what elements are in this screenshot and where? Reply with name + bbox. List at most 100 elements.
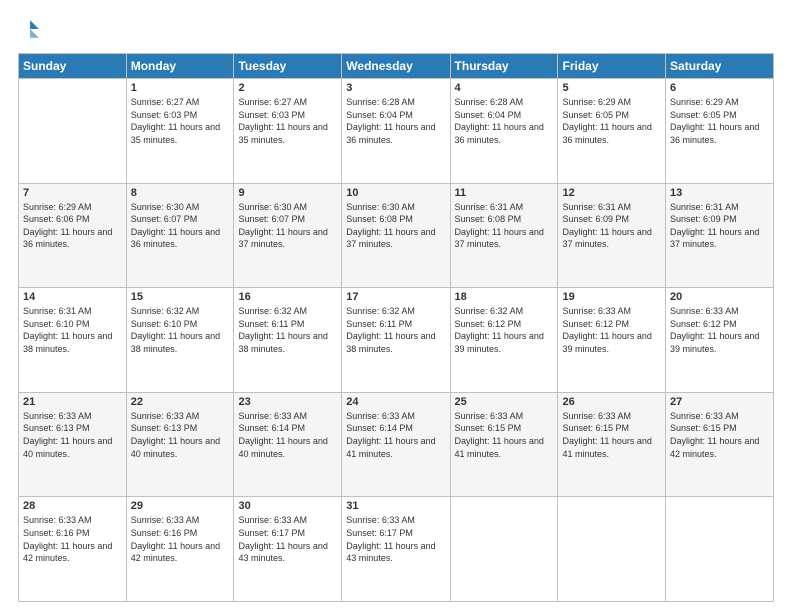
table-row: 29 Sunrise: 6:33 AM Sunset: 6:16 PM Dayl… [126, 497, 234, 602]
table-row [558, 497, 666, 602]
page-header [18, 18, 774, 45]
day-info: Sunrise: 6:29 AM Sunset: 6:05 PM Dayligh… [562, 96, 661, 146]
calendar-week-row: 21 Sunrise: 6:33 AM Sunset: 6:13 PM Dayl… [19, 392, 774, 497]
day-number: 30 [238, 500, 337, 512]
sunset-text: Sunset: 6:14 PM [346, 423, 413, 433]
sunset-text: Sunset: 6:15 PM [455, 423, 522, 433]
calendar-week-row: 7 Sunrise: 6:29 AM Sunset: 6:06 PM Dayli… [19, 183, 774, 288]
daylight-text: Daylight: 11 hours and 43 minutes. [346, 541, 435, 564]
day-number: 22 [131, 396, 230, 408]
day-info: Sunrise: 6:30 AM Sunset: 6:08 PM Dayligh… [346, 201, 445, 251]
sunrise-text: Sunrise: 6:33 AM [562, 411, 631, 421]
day-number: 4 [455, 82, 554, 94]
day-info: Sunrise: 6:32 AM Sunset: 6:11 PM Dayligh… [238, 305, 337, 355]
day-number: 11 [455, 187, 554, 199]
day-number: 28 [23, 500, 122, 512]
day-info: Sunrise: 6:31 AM Sunset: 6:08 PM Dayligh… [455, 201, 554, 251]
table-row: 5 Sunrise: 6:29 AM Sunset: 6:05 PM Dayli… [558, 79, 666, 184]
sunrise-text: Sunrise: 6:33 AM [238, 515, 307, 525]
table-row: 7 Sunrise: 6:29 AM Sunset: 6:06 PM Dayli… [19, 183, 127, 288]
day-number: 7 [23, 187, 122, 199]
daylight-text: Daylight: 11 hours and 36 minutes. [131, 227, 220, 250]
table-row: 22 Sunrise: 6:33 AM Sunset: 6:13 PM Dayl… [126, 392, 234, 497]
sunset-text: Sunset: 6:15 PM [670, 423, 737, 433]
table-row: 1 Sunrise: 6:27 AM Sunset: 6:03 PM Dayli… [126, 79, 234, 184]
table-row: 27 Sunrise: 6:33 AM Sunset: 6:15 PM Dayl… [666, 392, 774, 497]
day-number: 6 [670, 82, 769, 94]
daylight-text: Daylight: 11 hours and 37 minutes. [346, 227, 435, 250]
day-number: 24 [346, 396, 445, 408]
sunset-text: Sunset: 6:12 PM [562, 319, 629, 329]
sunset-text: Sunset: 6:03 PM [131, 110, 198, 120]
day-info: Sunrise: 6:30 AM Sunset: 6:07 PM Dayligh… [131, 201, 230, 251]
sunset-text: Sunset: 6:16 PM [23, 528, 90, 538]
table-row: 13 Sunrise: 6:31 AM Sunset: 6:09 PM Dayl… [666, 183, 774, 288]
calendar-header-row: Sunday Monday Tuesday Wednesday Thursday… [19, 54, 774, 79]
sunset-text: Sunset: 6:15 PM [562, 423, 629, 433]
day-info: Sunrise: 6:29 AM Sunset: 6:06 PM Dayligh… [23, 201, 122, 251]
day-info: Sunrise: 6:30 AM Sunset: 6:07 PM Dayligh… [238, 201, 337, 251]
table-row: 11 Sunrise: 6:31 AM Sunset: 6:08 PM Dayl… [450, 183, 558, 288]
day-number: 5 [562, 82, 661, 94]
logo [18, 18, 42, 45]
day-number: 23 [238, 396, 337, 408]
daylight-text: Daylight: 11 hours and 43 minutes. [238, 541, 327, 564]
sunset-text: Sunset: 6:17 PM [238, 528, 305, 538]
daylight-text: Daylight: 11 hours and 38 minutes. [238, 331, 327, 354]
sunrise-text: Sunrise: 6:29 AM [670, 97, 739, 107]
daylight-text: Daylight: 11 hours and 36 minutes. [346, 122, 435, 145]
sunrise-text: Sunrise: 6:28 AM [346, 97, 415, 107]
table-row: 30 Sunrise: 6:33 AM Sunset: 6:17 PM Dayl… [234, 497, 342, 602]
sunrise-text: Sunrise: 6:27 AM [131, 97, 200, 107]
day-number: 14 [23, 291, 122, 303]
sunrise-text: Sunrise: 6:33 AM [562, 306, 631, 316]
sunset-text: Sunset: 6:04 PM [455, 110, 522, 120]
table-row: 8 Sunrise: 6:30 AM Sunset: 6:07 PM Dayli… [126, 183, 234, 288]
daylight-text: Daylight: 11 hours and 38 minutes. [23, 331, 112, 354]
table-row [450, 497, 558, 602]
col-monday: Monday [126, 54, 234, 79]
day-info: Sunrise: 6:33 AM Sunset: 6:16 PM Dayligh… [23, 514, 122, 564]
daylight-text: Daylight: 11 hours and 41 minutes. [562, 436, 651, 459]
daylight-text: Daylight: 11 hours and 36 minutes. [455, 122, 544, 145]
day-number: 18 [455, 291, 554, 303]
day-info: Sunrise: 6:33 AM Sunset: 6:13 PM Dayligh… [131, 410, 230, 460]
sunrise-text: Sunrise: 6:33 AM [346, 515, 415, 525]
day-info: Sunrise: 6:29 AM Sunset: 6:05 PM Dayligh… [670, 96, 769, 146]
day-info: Sunrise: 6:28 AM Sunset: 6:04 PM Dayligh… [346, 96, 445, 146]
day-number: 10 [346, 187, 445, 199]
sunset-text: Sunset: 6:12 PM [455, 319, 522, 329]
day-number: 20 [670, 291, 769, 303]
day-number: 2 [238, 82, 337, 94]
day-info: Sunrise: 6:31 AM Sunset: 6:09 PM Dayligh… [562, 201, 661, 251]
sunset-text: Sunset: 6:07 PM [238, 214, 305, 224]
sunset-text: Sunset: 6:12 PM [670, 319, 737, 329]
day-info: Sunrise: 6:31 AM Sunset: 6:09 PM Dayligh… [670, 201, 769, 251]
day-info: Sunrise: 6:33 AM Sunset: 6:13 PM Dayligh… [23, 410, 122, 460]
daylight-text: Daylight: 11 hours and 41 minutes. [346, 436, 435, 459]
sunrise-text: Sunrise: 6:31 AM [670, 202, 739, 212]
col-wednesday: Wednesday [342, 54, 450, 79]
sunrise-text: Sunrise: 6:29 AM [23, 202, 92, 212]
day-info: Sunrise: 6:33 AM Sunset: 6:15 PM Dayligh… [455, 410, 554, 460]
sunrise-text: Sunrise: 6:30 AM [131, 202, 200, 212]
table-row: 20 Sunrise: 6:33 AM Sunset: 6:12 PM Dayl… [666, 288, 774, 393]
sunrise-text: Sunrise: 6:30 AM [238, 202, 307, 212]
daylight-text: Daylight: 11 hours and 42 minutes. [131, 541, 220, 564]
day-number: 12 [562, 187, 661, 199]
sunset-text: Sunset: 6:11 PM [238, 319, 304, 329]
daylight-text: Daylight: 11 hours and 39 minutes. [455, 331, 544, 354]
table-row: 19 Sunrise: 6:33 AM Sunset: 6:12 PM Dayl… [558, 288, 666, 393]
sunrise-text: Sunrise: 6:33 AM [23, 411, 92, 421]
day-number: 15 [131, 291, 230, 303]
table-row: 26 Sunrise: 6:33 AM Sunset: 6:15 PM Dayl… [558, 392, 666, 497]
sunrise-text: Sunrise: 6:33 AM [346, 411, 415, 421]
sunrise-text: Sunrise: 6:28 AM [455, 97, 524, 107]
day-number: 1 [131, 82, 230, 94]
sunrise-text: Sunrise: 6:32 AM [131, 306, 200, 316]
sunset-text: Sunset: 6:17 PM [346, 528, 413, 538]
day-number: 26 [562, 396, 661, 408]
sunrise-text: Sunrise: 6:33 AM [131, 515, 200, 525]
sunset-text: Sunset: 6:10 PM [131, 319, 198, 329]
calendar-table: Sunday Monday Tuesday Wednesday Thursday… [18, 53, 774, 602]
